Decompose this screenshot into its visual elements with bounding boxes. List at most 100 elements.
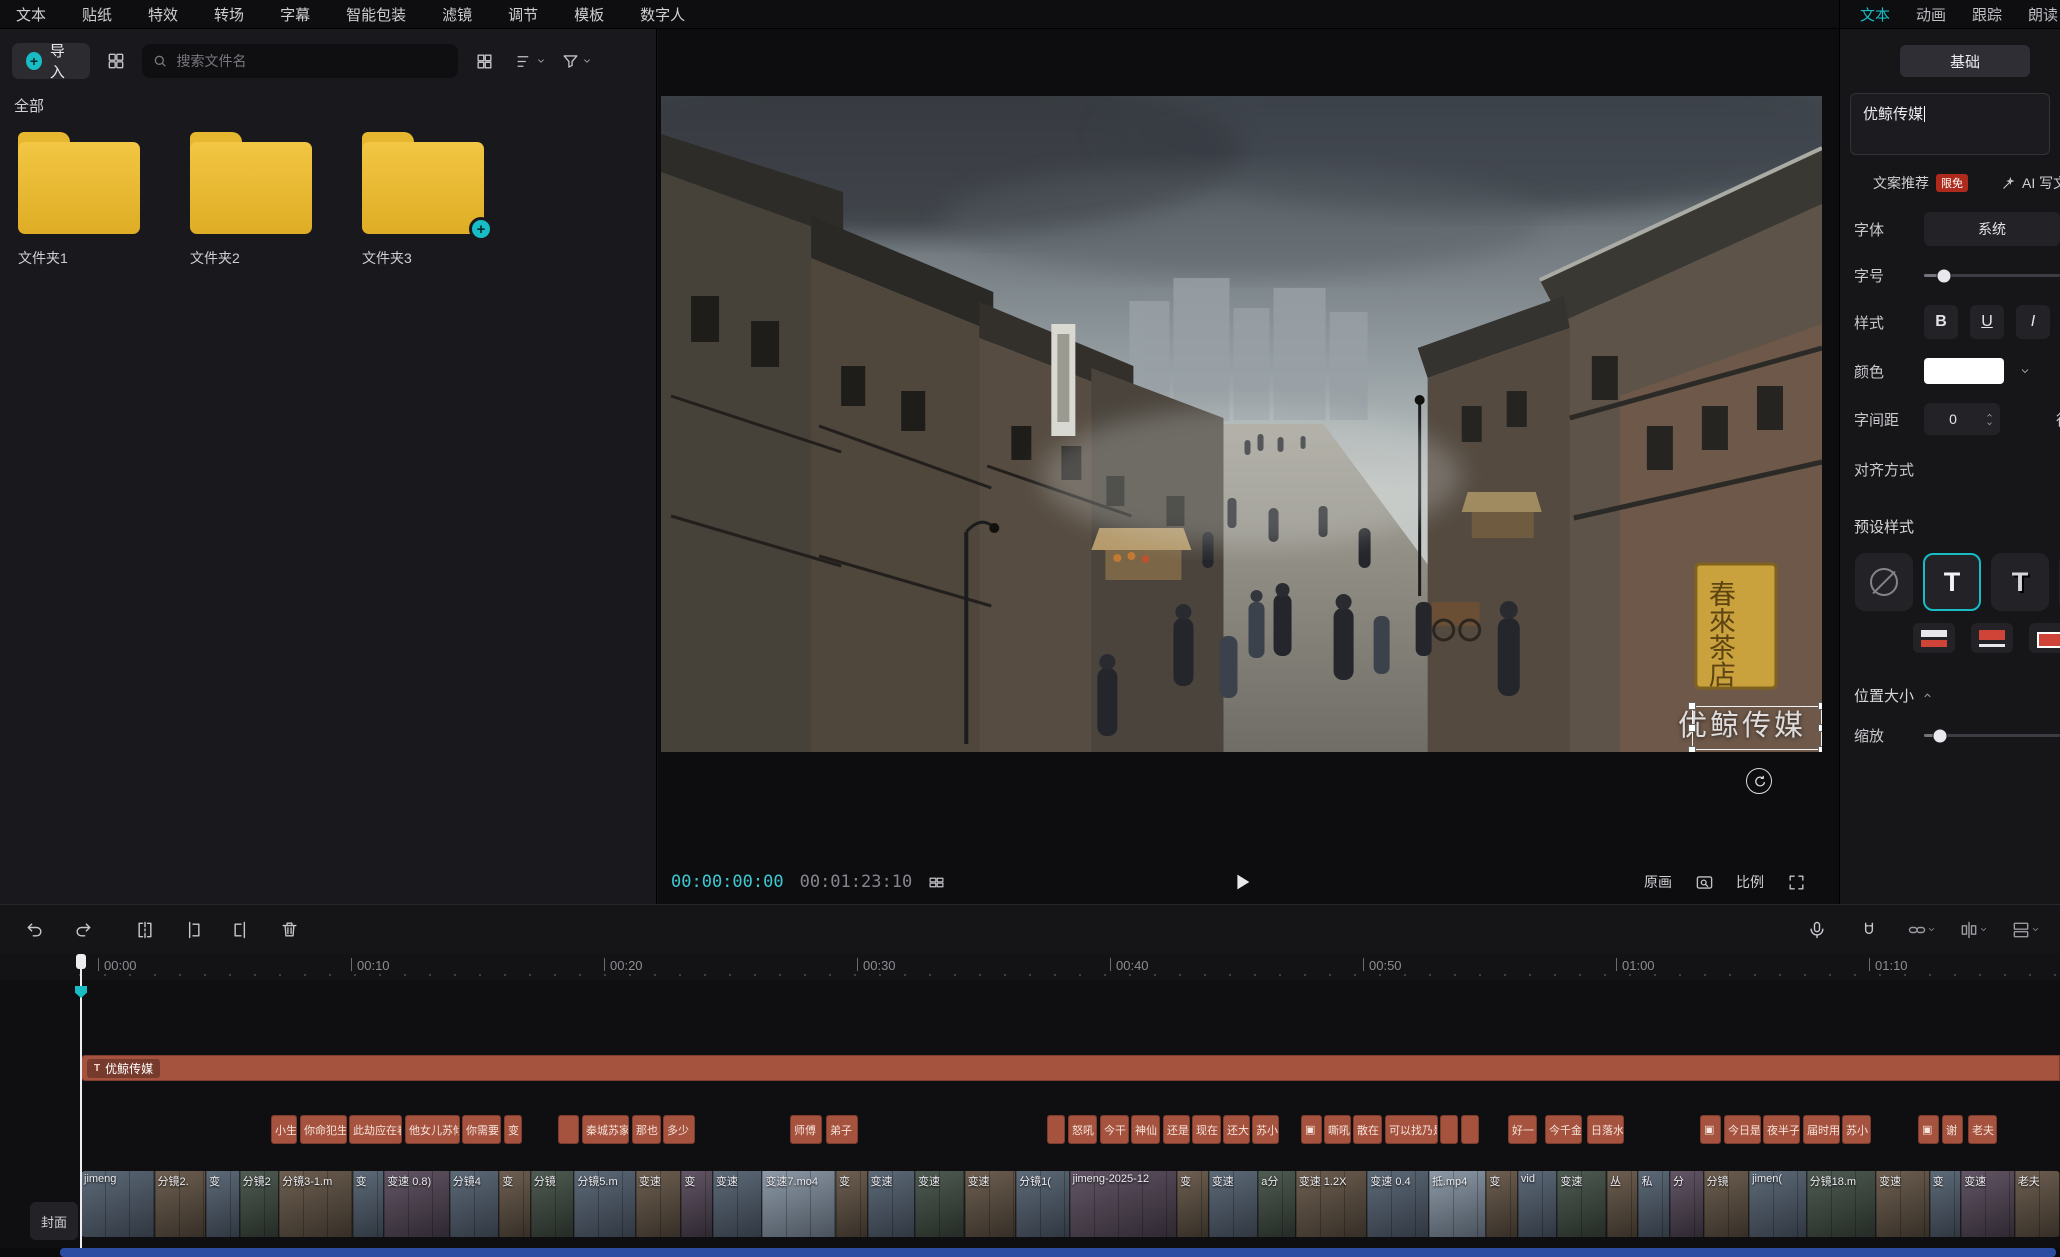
subtitle-clip[interactable]: 今干 [1100, 1115, 1129, 1144]
subtitle-clip[interactable]: 还是 [1163, 1115, 1190, 1144]
preset-style-chip[interactable] [1971, 623, 2013, 653]
video-clip[interactable]: 变速7.mo4 [762, 1171, 836, 1237]
stepper-icon[interactable] [1982, 412, 2000, 427]
subtitle-clip[interactable]: 届时用 [1803, 1115, 1840, 1144]
video-clip[interactable]: 变速 [713, 1171, 763, 1237]
track-height-icon[interactable] [2010, 915, 2040, 945]
folder-add-badge[interactable]: + [469, 217, 493, 241]
selection-handle[interactable] [1818, 702, 1822, 710]
color-swatch[interactable] [1924, 358, 2004, 384]
text-content-input[interactable]: 优鲸传媒 [1850, 93, 2050, 155]
preview-axis-icon[interactable] [1958, 915, 1988, 945]
ratio-button[interactable]: 比例 [1736, 872, 1764, 892]
subtitle-clip[interactable]: 今千金 [1545, 1115, 1582, 1144]
top-menu-item[interactable]: 特效 [148, 4, 178, 25]
folder-item[interactable]: + 文件夹2 [190, 142, 312, 268]
top-menu-item[interactable]: 字幕 [280, 4, 310, 25]
record-mic-icon[interactable] [1802, 915, 1832, 945]
italic-button[interactable]: I [2016, 305, 2050, 339]
bold-button[interactable]: B [1924, 305, 1958, 339]
video-clip[interactable]: 分镜 [1704, 1171, 1750, 1237]
video-clip[interactable]: 变速 1.2X [1296, 1171, 1368, 1237]
subtitle-clip[interactable]: ▣ [1700, 1115, 1721, 1144]
video-clip[interactable]: 丛 [1607, 1171, 1639, 1237]
import-button[interactable]: + 导入 [12, 43, 90, 79]
video-clip[interactable]: 变 [836, 1171, 868, 1237]
video-clip[interactable]: 分 [1670, 1171, 1704, 1237]
video-clip[interactable]: 变速 [1961, 1171, 2015, 1237]
letter-spacing-input[interactable]: 0 [1924, 403, 2000, 435]
underline-button[interactable]: U [1970, 305, 2004, 339]
subtitle-clip[interactable]: ▣ [1918, 1115, 1939, 1144]
video-clip[interactable]: 变速 [1557, 1171, 1607, 1237]
subtitle-clip[interactable]: 夜半子 [1763, 1115, 1800, 1144]
video-clip[interactable]: 变 [1930, 1171, 1962, 1237]
video-clip[interactable]: 分镜2. [155, 1171, 207, 1237]
subtitle-clip[interactable]: 好一 [1508, 1115, 1537, 1144]
video-viewport[interactable]: 春來茶店 [661, 96, 1822, 752]
preset-style-button[interactable]: T [1991, 553, 2049, 611]
play-button[interactable] [1225, 865, 1259, 899]
preset-style-button[interactable]: T [1923, 553, 1981, 611]
subtitle-clip[interactable]: 谢 [1942, 1115, 1963, 1144]
align-left-icon[interactable] [1924, 454, 1954, 484]
preview-quality-icon[interactable] [920, 866, 952, 898]
basic-subtab[interactable]: 基础 [1900, 45, 2030, 77]
video-clip[interactable]: 变 [681, 1171, 713, 1237]
selection-handle[interactable] [1688, 702, 1696, 710]
video-clip[interactable]: jimeng-2025-12 [1070, 1171, 1178, 1237]
inspector-tab[interactable]: 文本 [1860, 4, 1890, 25]
copy-suggest-label[interactable]: 文案推荐 [1873, 173, 1929, 193]
position-section-title[interactable]: 位置大小 [1854, 685, 2060, 706]
ai-write-button[interactable]: AI 写文案 [2001, 173, 2060, 193]
subtitle-clip[interactable]: 你需要 [462, 1115, 501, 1144]
link-clips-icon[interactable] [1906, 915, 1936, 945]
grid-view-icon[interactable] [468, 45, 500, 77]
inspector-tab[interactable]: 跟踪 [1972, 4, 2002, 25]
preset-style-chip[interactable] [2029, 623, 2060, 653]
top-menu-item[interactable]: 调节 [508, 4, 538, 25]
horizontal-scrollbar-thumb[interactable] [60, 1248, 2056, 1257]
subtitle-clip[interactable]: 他女儿苏倾 [405, 1115, 460, 1144]
subtitle-clip[interactable]: ▣ [1301, 1115, 1322, 1144]
video-clip[interactable]: 变速 [965, 1171, 1017, 1237]
video-clip[interactable]: 分镜5.m [574, 1171, 636, 1237]
top-menu-item[interactable]: 滤镜 [442, 4, 472, 25]
top-menu-item[interactable]: 模板 [574, 4, 604, 25]
subtitle-clip[interactable]: 弟子 [826, 1115, 858, 1144]
subtitle-clip[interactable] [1461, 1115, 1479, 1144]
preview-zoom-icon[interactable] [1688, 866, 1720, 898]
selection-handle[interactable] [1688, 724, 1696, 732]
video-clip[interactable]: 抵.mp4 [1429, 1171, 1487, 1237]
subtitle-clip[interactable]: 那也 [632, 1115, 661, 1144]
video-clip[interactable]: jimeng [81, 1171, 155, 1237]
subtitle-clip[interactable] [1440, 1115, 1458, 1144]
subtitle-clip[interactable] [1047, 1115, 1065, 1144]
video-clip[interactable]: 变速 0.4 [1367, 1171, 1429, 1237]
video-clip[interactable]: 分镜1( [1016, 1171, 1070, 1237]
fullscreen-icon[interactable] [1780, 866, 1812, 898]
video-clip[interactable]: a分 [1258, 1171, 1296, 1237]
video-clip[interactable]: 分镜3-1.m [279, 1171, 353, 1237]
top-menu-item[interactable]: 贴纸 [82, 4, 112, 25]
search-box[interactable] [142, 44, 458, 78]
subtitle-clip[interactable]: 苏小 [1842, 1115, 1871, 1144]
inspector-tab[interactable]: 朗读 [2028, 4, 2058, 25]
video-clip[interactable]: 分镜 [531, 1171, 575, 1237]
trim-right-icon[interactable] [226, 915, 256, 945]
subtitle-clip[interactable]: 此劫应在春 [349, 1115, 402, 1144]
subtitle-clip[interactable]: 可以找乃是 [1385, 1115, 1438, 1144]
subtitle-clip[interactable]: 多少 [663, 1115, 695, 1144]
font-size-slider[interactable] [1924, 274, 2060, 277]
subtitle-clip[interactable]: 小生 [271, 1115, 297, 1144]
video-clip[interactable]: 变 [1486, 1171, 1518, 1237]
top-menu-item[interactable]: 智能包装 [346, 4, 406, 25]
filter-icon[interactable] [560, 45, 592, 77]
video-clip[interactable]: 变 [353, 1171, 385, 1237]
selection-handle[interactable] [1818, 724, 1822, 732]
video-clip[interactable]: 变 [206, 1171, 240, 1237]
slider-knob[interactable] [1938, 269, 1951, 282]
original-quality-button[interactable]: 原画 [1644, 872, 1672, 892]
subtitle-clip[interactable]: 嘶吼 [1324, 1115, 1351, 1144]
scale-slider[interactable] [1924, 734, 2060, 737]
